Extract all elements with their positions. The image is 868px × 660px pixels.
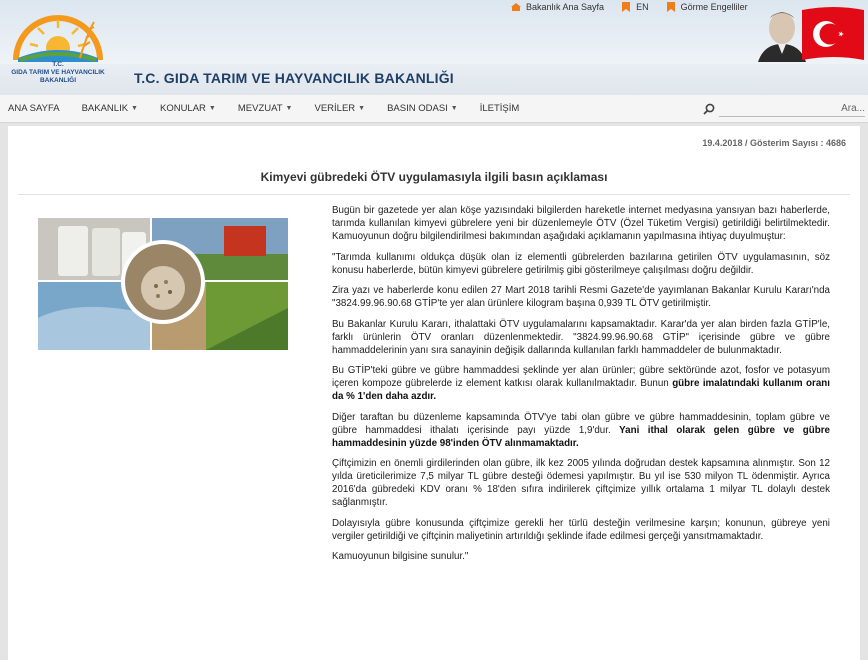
nav-item-label: VERİLER xyxy=(314,103,356,114)
top-link-accessibility[interactable]: Görme Engelliler xyxy=(665,0,748,14)
nav-item-label: BASIN ODASI xyxy=(387,103,448,114)
fertilizer-collage-image xyxy=(38,218,288,350)
nav-item-topics[interactable]: KONULAR ▼ xyxy=(149,95,227,123)
top-link-en[interactable]: EN xyxy=(620,0,649,14)
article-paragraph: "Tarımda kullanımı oldukça düşük olan iz… xyxy=(332,251,830,276)
logo-text-line3: BAKANLIĞI xyxy=(39,77,77,84)
top-link-home[interactable]: Bakanlık Ana Sayfa xyxy=(510,0,604,14)
turkish-flag xyxy=(802,7,864,60)
nav-item-label: İLETİŞİM xyxy=(479,103,520,114)
logo-text-line2: GIDA TARIM VE HAYVANCILIK xyxy=(11,69,105,76)
nav-item-data[interactable]: VERİLER ▼ xyxy=(303,95,376,123)
ministry-title[interactable]: T.C. GIDA TARIM VE HAYVANCILIK BAKANLIĞI xyxy=(134,70,454,86)
nav-item-label: ANA SAYFA xyxy=(8,103,60,114)
article-paragraph: Çiftçimizin en önemli girdilerinden olan… xyxy=(332,458,830,508)
top-link-accessibility-label: Görme Engelliler xyxy=(680,2,748,12)
search-icon[interactable] xyxy=(703,103,715,115)
caret-down-icon: ▼ xyxy=(358,105,366,112)
nav-item-home[interactable]: ANA SAYFA xyxy=(0,95,71,123)
top-links: Bakanlık Ana Sayfa EN Görme Engelliler xyxy=(510,0,748,14)
article-meta: 19.4.2018 / Gösterim Sayısı : 4686 xyxy=(702,138,846,148)
bookmark-icon xyxy=(622,2,631,12)
title-divider xyxy=(18,194,850,195)
logo-text-line1: T.C. xyxy=(52,61,64,68)
home-icon xyxy=(511,3,521,11)
nav-item-press-room[interactable]: BASIN ODASI ▼ xyxy=(376,95,469,123)
search-input[interactable] xyxy=(719,101,865,117)
logo-text: T.C. GIDA TARIM VE HAYVANCILIK BAKANLIĞI xyxy=(6,61,110,85)
nav-item-legislation[interactable]: MEVZUAT ▼ xyxy=(227,95,304,123)
nav-item-label: BAKANLIK xyxy=(81,103,129,114)
top-link-home-label: Bakanlık Ana Sayfa xyxy=(526,2,605,12)
nav-item-contact[interactable]: İLETİŞİM xyxy=(469,95,531,123)
top-link-en-label: EN xyxy=(636,2,649,12)
article-paragraph: Kamuoyunun bilgisine sunulur." xyxy=(332,551,469,562)
bookmark-icon xyxy=(666,2,675,12)
main-nav: ANA SAYFA BAKANLIK ▼ KONULAR ▼ MEVZUAT ▼… xyxy=(0,95,868,123)
article-paragraph: Bu GTİP'teki gübre ve gübre hammaddesi ş… xyxy=(332,364,830,403)
article-container: 19.4.2018 / Gösterim Sayısı : 4686 Kimye… xyxy=(8,126,860,660)
nav-item-label: KONULAR xyxy=(159,103,206,114)
nav-item-ministry[interactable]: BAKANLIK ▼ xyxy=(71,95,149,123)
caret-down-icon: ▼ xyxy=(450,105,458,112)
article-paragraph: Diğer taraftan bu düzenleme kapsamında Ö… xyxy=(332,411,830,450)
article-paragraph: Bu Bakanlar Kurulu Kararı, ithalattaki Ö… xyxy=(332,318,830,356)
caret-down-icon: ▼ xyxy=(131,105,138,112)
search-box xyxy=(703,100,865,118)
site-header: T.C. GIDA TARIM VE HAYVANCILIK BAKANLIĞI… xyxy=(0,0,868,95)
article-title: Kimyevi gübredeki ÖTV uygulamasıyla ilgi… xyxy=(260,170,608,184)
caret-down-icon: ▼ xyxy=(285,105,293,112)
article-body: Bugün bir gazetede yer alan köşe yazısın… xyxy=(332,204,830,571)
article-paragraph: Bugün bir gazetede yer alan köşe yazısın… xyxy=(332,205,830,242)
caret-down-icon: ▼ xyxy=(208,105,216,112)
article-paragraph: Zira yazı ve haberlerde konu edilen 27 M… xyxy=(332,285,830,309)
article-paragraph: Dolayısıyla gübre konusunda çiftçimize g… xyxy=(332,517,830,542)
nav-item-label: MEVZUAT xyxy=(237,103,283,114)
